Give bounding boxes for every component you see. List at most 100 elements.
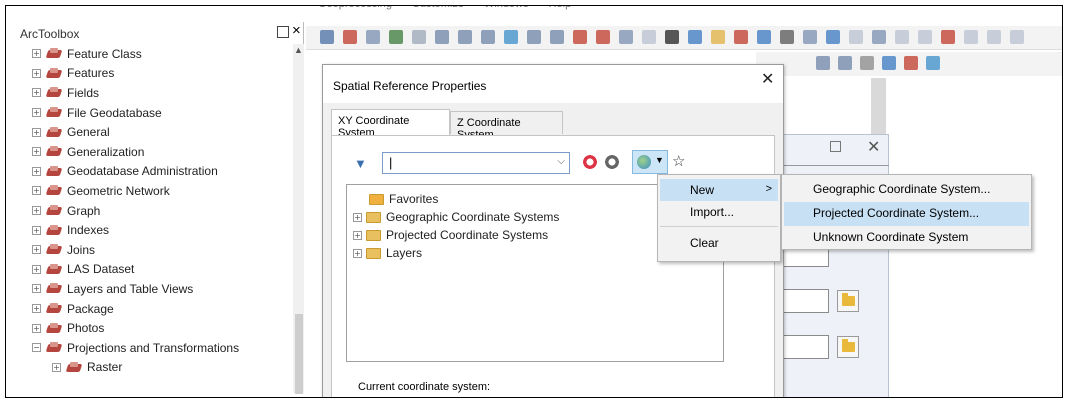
tab-xy-coordinate-system[interactable]: XY Coordinate System — [331, 109, 450, 139]
expander-icon[interactable]: + — [32, 323, 41, 333]
menu-item[interactable]: New > — [660, 179, 778, 201]
toolbar-button-icon[interactable] — [596, 30, 610, 44]
expander-icon[interactable]: + — [32, 225, 41, 235]
menu-item[interactable]: Import... — [660, 201, 778, 223]
scroll-up-icon[interactable]: ▲ — [294, 45, 303, 55]
toolbar-button-icon[interactable] — [895, 30, 909, 44]
search-input[interactable]: | ⌵ — [382, 152, 570, 174]
text-field[interactable] — [783, 335, 829, 359]
toolbar-button-icon[interactable] — [573, 30, 587, 44]
toolbar-button-icon[interactable] — [527, 30, 541, 44]
toolbar-button-icon[interactable] — [688, 30, 702, 44]
expander-icon[interactable]: + — [32, 108, 41, 118]
toolbar-button-icon[interactable] — [918, 30, 932, 44]
toolbar-button-icon[interactable] — [838, 56, 852, 70]
toolbar-button-icon[interactable] — [320, 30, 334, 44]
submenu-item[interactable]: Geographic Coordinate System... — [784, 178, 1029, 202]
toolbar-button-icon[interactable] — [882, 56, 896, 70]
clear-search-icon[interactable] — [604, 154, 620, 170]
search-icon[interactable] — [582, 154, 598, 170]
restore-button[interactable] — [277, 26, 289, 38]
toolbox-item[interactable]: + Feature Class — [14, 44, 292, 64]
expander-icon[interactable]: − — [32, 343, 41, 353]
filter-icon[interactable]: ▼ — [354, 156, 367, 171]
menu-item[interactable]: Clear — [660, 232, 778, 254]
toolbar-button-icon[interactable] — [481, 30, 495, 44]
toolbar-button-icon[interactable] — [987, 30, 1001, 44]
expander-icon[interactable]: + — [32, 206, 41, 216]
toolbar-button-icon[interactable] — [941, 30, 955, 44]
expander-icon[interactable]: + — [32, 49, 41, 59]
chevron-down-icon[interactable]: ⌵ — [557, 156, 565, 167]
expander-icon[interactable]: + — [32, 68, 41, 78]
toolbar-button-icon[interactable] — [826, 30, 840, 44]
toolbox-item[interactable]: + Geometric Network — [14, 181, 292, 201]
toolbox-item[interactable]: + Generalization — [14, 142, 292, 162]
expander-icon[interactable]: + — [353, 212, 362, 222]
toolbox-item[interactable]: + Indexes — [14, 220, 292, 240]
expander-icon[interactable]: + — [32, 166, 41, 176]
toolbar-button-icon[interactable] — [412, 30, 426, 44]
expander-icon[interactable]: + — [353, 230, 362, 240]
toolbox-item[interactable]: + Joins — [14, 240, 292, 260]
expander-icon[interactable]: + — [32, 245, 41, 255]
menu-item[interactable]: Customize — [412, 6, 464, 10]
tab-z-coordinate-system[interactable]: Z Coordinate System — [450, 111, 563, 141]
browse-folder-button[interactable] — [837, 290, 859, 312]
toolbar-button-icon[interactable] — [435, 30, 449, 44]
toolbar-button-icon[interactable] — [550, 30, 564, 44]
toolbar-button-icon[interactable] — [849, 30, 863, 44]
menu-item[interactable]: Windows — [484, 6, 529, 10]
menu-item[interactable]: Geoprocessing — [318, 6, 392, 10]
toolbox-item[interactable]: + File Geodatabase — [14, 103, 292, 123]
toolbox-item[interactable]: + General — [14, 122, 292, 142]
expander-icon[interactable]: + — [32, 264, 41, 274]
toolbar-button-icon[interactable] — [504, 30, 518, 44]
toolbar-button-icon[interactable] — [389, 30, 403, 44]
toolbox-item[interactable]: + Layers and Table Views — [14, 279, 292, 299]
toolbar-button-icon[interactable] — [734, 30, 748, 44]
expander-icon[interactable]: + — [32, 127, 41, 137]
toolbar-button-icon[interactable] — [872, 30, 886, 44]
toolbox-item[interactable]: − Projections and Transformations — [14, 338, 292, 358]
toolbar-button-icon[interactable] — [665, 30, 679, 44]
browse-folder-button[interactable] — [837, 336, 859, 358]
expander-icon[interactable]: + — [52, 362, 61, 372]
toolbar-button-icon[interactable] — [816, 56, 830, 70]
close-icon[interactable]: ✕ — [761, 69, 774, 89]
toolbar-button-icon[interactable] — [926, 56, 940, 70]
toolbar-button-icon[interactable] — [366, 30, 380, 44]
submenu-item[interactable]: Projected Coordinate System... — [784, 202, 1029, 226]
close-icon[interactable]: × — [292, 23, 301, 38]
scrollbar[interactable]: ▲ — [293, 44, 304, 394]
add-coordinate-system-button[interactable]: ▼ — [632, 150, 668, 174]
toolbar-button-icon[interactable] — [964, 30, 978, 44]
expander-icon[interactable]: + — [32, 304, 41, 314]
expander-icon[interactable]: + — [32, 88, 41, 98]
toolbar-button-icon[interactable] — [343, 30, 357, 44]
toolbox-item[interactable]: + Features — [14, 64, 292, 84]
toolbar-button-icon[interactable] — [1010, 30, 1024, 44]
toolbar-button-icon[interactable] — [780, 30, 794, 44]
toolbox-item[interactable]: + LAS Dataset — [14, 260, 292, 280]
toolbox-item[interactable]: + Package — [14, 299, 292, 319]
toolbox-item[interactable]: + Fields — [14, 83, 292, 103]
toolbar-button-icon[interactable] — [619, 30, 633, 44]
toolbar-button-icon[interactable] — [458, 30, 472, 44]
expander-icon[interactable]: + — [353, 248, 362, 258]
close-icon[interactable]: ✕ — [867, 137, 880, 157]
minimize-icon[interactable] — [830, 141, 841, 152]
scroll-thumb[interactable] — [295, 314, 303, 394]
toolbar-button-icon[interactable] — [711, 30, 725, 44]
toolbox-item[interactable]: + Raster — [14, 358, 292, 378]
add-favorite-icon[interactable]: ☆ — [672, 152, 685, 170]
toolbar-button-icon[interactable] — [757, 30, 771, 44]
toolbar-button-icon[interactable] — [803, 30, 817, 44]
toolbox-item[interactable]: + Geodatabase Administration — [14, 162, 292, 182]
submenu-item[interactable]: Unknown Coordinate System — [784, 226, 1029, 250]
expander-icon[interactable]: + — [32, 284, 41, 294]
toolbox-item[interactable]: + Graph — [14, 201, 292, 221]
expander-icon[interactable]: + — [32, 147, 41, 157]
toolbox-item[interactable]: + Photos — [14, 318, 292, 338]
menu-item[interactable]: Help — [549, 6, 572, 10]
